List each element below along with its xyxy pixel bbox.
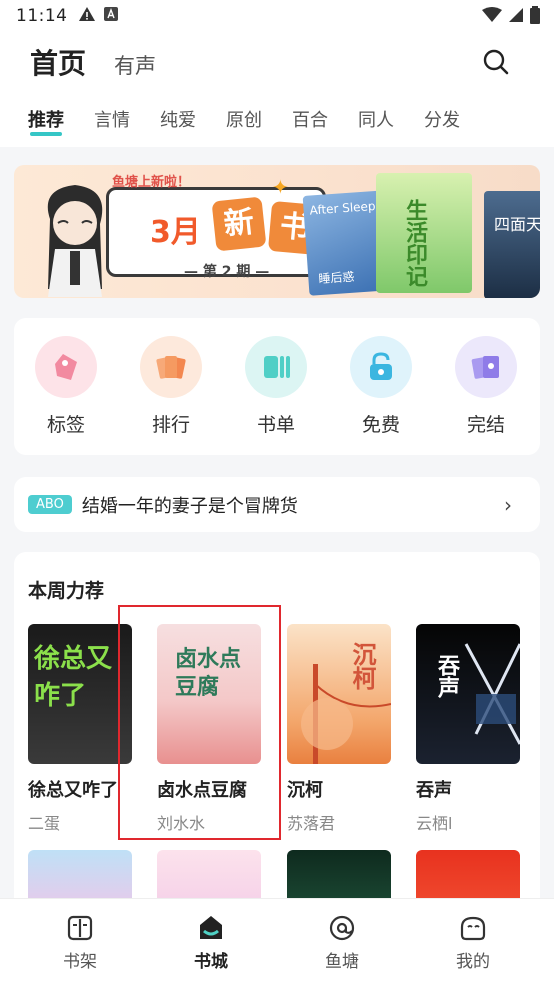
quick-ranking[interactable]: 排行 xyxy=(131,336,211,437)
section-title: 本周力荐 xyxy=(28,580,105,602)
sparkle-icon: ✦ xyxy=(272,175,289,199)
nav-bookshelf-label: 书架 xyxy=(63,952,97,972)
quick-booklist[interactable]: 书单 xyxy=(236,336,316,437)
tab-romance[interactable]: 言情 xyxy=(94,106,130,132)
book-cover: 吞声 xyxy=(416,624,520,764)
book-cover: 徐总又咋了 xyxy=(28,624,132,764)
bookstore-icon xyxy=(196,913,226,943)
quick-booklist-label: 书单 xyxy=(256,414,295,436)
tab-fanfic[interactable]: 同人 xyxy=(358,106,394,132)
ranking-icon xyxy=(140,336,202,398)
quick-finished[interactable]: 完结 xyxy=(446,336,526,437)
wifi-icon xyxy=(482,7,502,28)
book-cover-title: 卤水点豆腐 xyxy=(175,647,242,700)
book-title: 吞声 xyxy=(416,780,452,801)
warning-icon xyxy=(78,6,96,27)
search-icon[interactable] xyxy=(482,48,510,76)
banner-char-new: 新 xyxy=(211,196,267,252)
chevron-right-icon[interactable]: › xyxy=(504,493,512,517)
quick-free-label: 免费 xyxy=(361,414,400,436)
book-card[interactable]: 卤水点豆腐 卤水点豆腐 刘水水 xyxy=(157,624,261,834)
book-author: 苏落君 xyxy=(287,814,336,833)
tab-distribute[interactable]: 分发 xyxy=(424,106,460,132)
quick-free[interactable]: 免费 xyxy=(341,336,421,437)
book-title: 卤水点豆腐 xyxy=(157,780,247,801)
book-author: 云栖l xyxy=(416,814,453,833)
quick-ranking-label: 排行 xyxy=(151,414,190,436)
tab-audio[interactable]: 有声 xyxy=(114,50,156,80)
tab-recommend[interactable]: 推荐 xyxy=(28,106,64,136)
banner-cover-1-sub: 睡后惑 xyxy=(317,269,355,287)
top-tabs: 首页 有声 xyxy=(30,42,156,82)
quick-tags[interactable]: 标签 xyxy=(26,336,106,437)
nav-pond[interactable]: 鱼塘 xyxy=(307,913,377,972)
banner-cover-2: 生活印记 xyxy=(376,173,472,293)
book-card[interactable]: 沉柯 沉柯 苏落君 xyxy=(287,624,391,834)
nav-bookstore-label: 书城 xyxy=(194,952,228,972)
book-cover-title: 徐总又咋了 xyxy=(34,644,113,711)
book-cover: 沉柯 xyxy=(287,624,391,764)
free-icon xyxy=(350,336,412,398)
category-tabs: 推荐 言情 纯爱 原创 百合 同人 分发 xyxy=(28,106,490,136)
book-card[interactable]: 吞声 吞声 云栖l xyxy=(416,624,520,834)
status-time: 11:14 xyxy=(16,6,68,26)
abo-badge: ABO xyxy=(28,495,72,514)
tag-icon xyxy=(35,336,97,398)
banner-month: 3月 xyxy=(150,215,201,250)
nav-pond-label: 鱼塘 xyxy=(325,952,359,972)
booklist-icon xyxy=(245,336,307,398)
bottom-nav: 书架 书城 鱼塘 我的 xyxy=(0,898,554,984)
pond-icon xyxy=(327,913,357,943)
nav-bookshelf[interactable]: 书架 xyxy=(45,913,115,972)
nav-profile-label: 我的 xyxy=(456,952,490,972)
tab-original[interactable]: 原创 xyxy=(226,106,262,132)
book-author: 刘水水 xyxy=(157,814,206,833)
quick-access-card: 标签 排行 书单 免费 完结 xyxy=(14,318,540,455)
notice-bar[interactable]: ABO 结婚一年的妻子是个冒牌货 › xyxy=(14,477,540,532)
book-cover-title: 吞声 xyxy=(434,654,459,698)
book-cover-title: 沉柯 xyxy=(348,642,376,690)
quick-tags-label: 标签 xyxy=(46,414,85,436)
tab-yuri[interactable]: 百合 xyxy=(292,106,328,132)
profile-icon xyxy=(458,913,488,943)
banner-issue: — 第 2 期 — xyxy=(184,264,270,280)
banner-cover-3: 四面天 xyxy=(484,191,540,298)
book-card[interactable]: 徐总又咋了 徐总又咋了 二蛋 xyxy=(28,624,132,834)
notice-text: 结婚一年的妻子是个冒牌货 xyxy=(81,495,298,517)
header: 首页 有声 推荐 言情 纯爱 原创 百合 同人 分发 xyxy=(0,32,554,147)
bookshelf-icon xyxy=(65,913,95,943)
banner-subtitle: 鱼塘上新啦！ xyxy=(112,175,191,190)
battery-icon xyxy=(530,6,540,29)
banner-cover-2-title: 生活印记 xyxy=(402,199,427,287)
tab-pure-love[interactable]: 纯爱 xyxy=(160,106,196,132)
book-title: 沉柯 xyxy=(287,780,323,801)
promo-banner[interactable]: 鱼塘上新啦！ 3月 新 书 — 第 2 期 — After Sleepin 睡后… xyxy=(14,165,540,298)
book-title: 徐总又咋了 xyxy=(28,780,118,801)
nav-bookstore[interactable]: 书城 xyxy=(176,913,246,972)
banner-cover-3-title: 四面天 xyxy=(494,215,540,234)
nav-profile[interactable]: 我的 xyxy=(438,913,508,972)
signal-icon xyxy=(508,7,524,28)
book-author: 二蛋 xyxy=(28,814,61,833)
tab-home[interactable]: 首页 xyxy=(30,42,86,82)
finished-icon xyxy=(455,336,517,398)
book-cover: 卤水点豆腐 xyxy=(157,624,261,764)
quick-finished-label: 完结 xyxy=(466,414,505,436)
weekly-recommend-section: 本周力荐 徐总又咋了 徐总又咋了 二蛋 卤水点豆腐 卤水点豆腐 刘水水 沉柯 沉… xyxy=(14,552,540,932)
status-bar: 11:14 xyxy=(0,0,554,32)
notification-a-icon xyxy=(103,6,118,26)
